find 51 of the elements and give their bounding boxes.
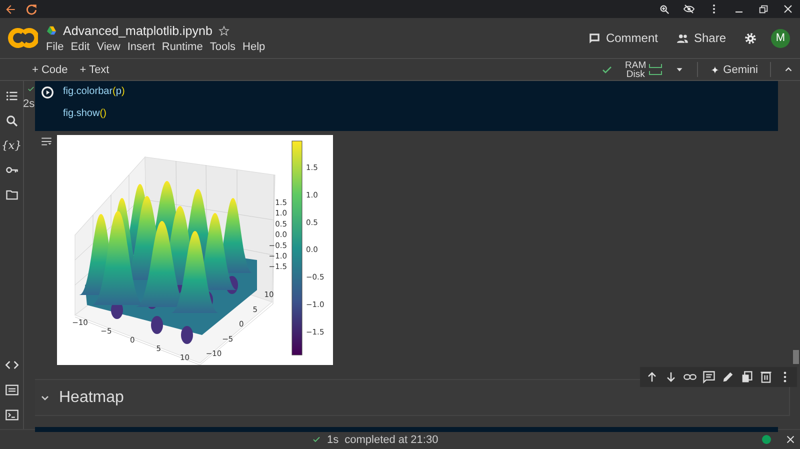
terminal-icon[interactable] [4, 408, 18, 422]
notebook-title[interactable]: Advanced_matplotlib.ipynb [63, 24, 212, 38]
menu-item[interactable]: Edit [70, 40, 90, 52]
menu-item[interactable]: Help [242, 40, 266, 52]
add-cell-button[interactable]: + Code [32, 64, 68, 76]
run-duration: 1s [327, 434, 339, 446]
comment-icon[interactable] [588, 32, 601, 44]
close-icon[interactable] [782, 3, 794, 15]
table-of-contents-icon[interactable] [4, 89, 18, 103]
menu-item[interactable]: File [46, 40, 64, 52]
search-icon[interactable] [4, 114, 18, 128]
zoom-icon[interactable] [659, 4, 670, 14]
eye-off-icon[interactable] [683, 3, 695, 15]
back-icon[interactable] [4, 2, 17, 16]
star-icon[interactable] [218, 24, 230, 36]
code-icon[interactable] [4, 358, 18, 372]
drive-icon [46, 25, 57, 36]
add-cell-button[interactable]: + Text [80, 64, 110, 76]
gemini-button[interactable]: Gemini [723, 64, 758, 76]
code-line: fig.colorbar(p) [63, 86, 125, 97]
comment-icon[interactable] [702, 370, 716, 384]
edit-icon[interactable] [721, 370, 735, 384]
folder-icon[interactable] [4, 188, 18, 202]
run-button-icon[interactable] [41, 86, 54, 99]
menu-item[interactable]: Runtime [162, 40, 203, 52]
people-icon[interactable] [676, 32, 689, 44]
variables-button[interactable]: {x} [1, 139, 22, 152]
surface-trough [151, 316, 163, 334]
spark-icon [710, 64, 720, 74]
surface-trough [181, 326, 193, 344]
resource-bars-icon [649, 64, 662, 75]
menu-item[interactable]: Insert [127, 40, 155, 52]
close-icon[interactable] [785, 434, 796, 445]
resource-monitor[interactable]: RAM Disk [625, 60, 646, 78]
execution-time: 2s [23, 98, 35, 110]
scrollbar-thumb[interactable] [793, 350, 799, 364]
menu-item[interactable]: Tools [210, 40, 236, 52]
code-line: fig.show() [63, 108, 108, 119]
copy-icon[interactable] [740, 370, 754, 384]
delete-icon[interactable] [759, 370, 773, 384]
settings-icon[interactable] [744, 32, 757, 44]
form-icon[interactable] [4, 383, 18, 397]
output-options-icon[interactable] [40, 135, 53, 148]
share-button[interactable]: Share [694, 31, 726, 45]
comment-button[interactable]: Comment [606, 31, 658, 45]
status-message: completed at 21:30 [344, 434, 438, 446]
restore-icon[interactable] [758, 4, 769, 14]
menu-item[interactable]: View [96, 40, 120, 52]
avatar[interactable]: M [771, 28, 790, 48]
reload-icon[interactable] [25, 2, 38, 16]
section-heading: Heatmap [59, 388, 124, 406]
